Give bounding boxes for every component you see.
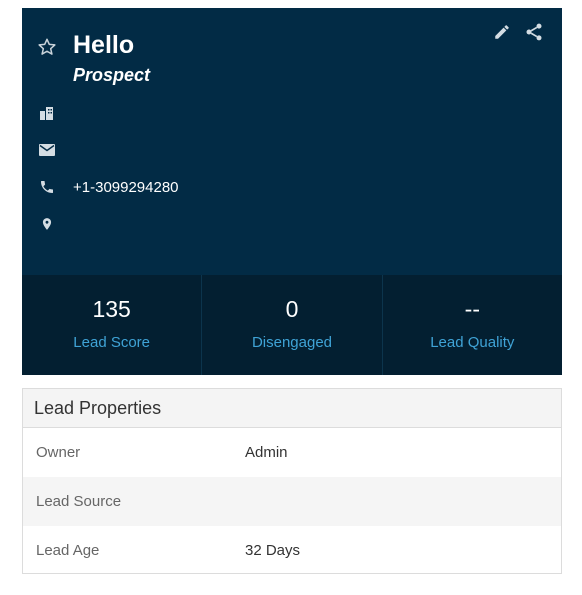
company-row [37, 102, 57, 124]
stat-disengaged[interactable]: 0 Disengaged [202, 275, 383, 375]
stat-label: Disengaged [251, 334, 333, 351]
lead-properties-title: Lead Properties [23, 389, 561, 428]
phone-icon [37, 177, 57, 197]
location-row [37, 213, 57, 235]
stat-label: Lead Score [73, 334, 151, 351]
lead-properties-panel: Lead Properties Owner Admin Lead Source … [22, 388, 562, 574]
header-actions [491, 21, 545, 43]
property-value: 32 Days [245, 542, 301, 559]
stat-lead-quality[interactable]: -- Lead Quality [383, 275, 562, 375]
stat-value: 135 [92, 296, 131, 322]
property-label: Lead Source [36, 493, 122, 510]
stat-value: -- [464, 296, 480, 322]
building-icon [37, 103, 57, 123]
email-row [37, 139, 57, 161]
lead-stats: 135 Lead Score 0 Disengaged -- Lead Qual… [22, 275, 562, 375]
phone-row: +1-3099294280 [37, 176, 179, 198]
lead-card: Hello Prospect +1-3099294280 135 Lead Sc… [22, 8, 562, 375]
property-row-lead-age: Lead Age 32 Days [23, 526, 561, 575]
lead-card-header: Hello Prospect +1-3099294280 [22, 8, 562, 275]
lead-stage: Prospect [73, 65, 151, 85]
property-value: Admin [245, 444, 288, 461]
stat-label: Lead Quality [430, 334, 515, 351]
stat-lead-score[interactable]: 135 Lead Score [22, 275, 203, 375]
envelope-icon [37, 140, 57, 160]
stat-value: 0 [285, 296, 299, 322]
star-outline-icon[interactable] [37, 37, 57, 57]
map-pin-icon [37, 214, 57, 234]
phone-number[interactable]: +1-3099294280 [73, 179, 179, 196]
property-label: Lead Age [36, 542, 100, 559]
property-row-lead-source: Lead Source [23, 477, 561, 526]
pencil-icon[interactable] [491, 21, 513, 43]
share-icon[interactable] [523, 21, 545, 43]
property-label: Owner [36, 444, 81, 461]
lead-name: Hello [73, 31, 135, 59]
property-row-owner: Owner Admin [23, 428, 561, 477]
